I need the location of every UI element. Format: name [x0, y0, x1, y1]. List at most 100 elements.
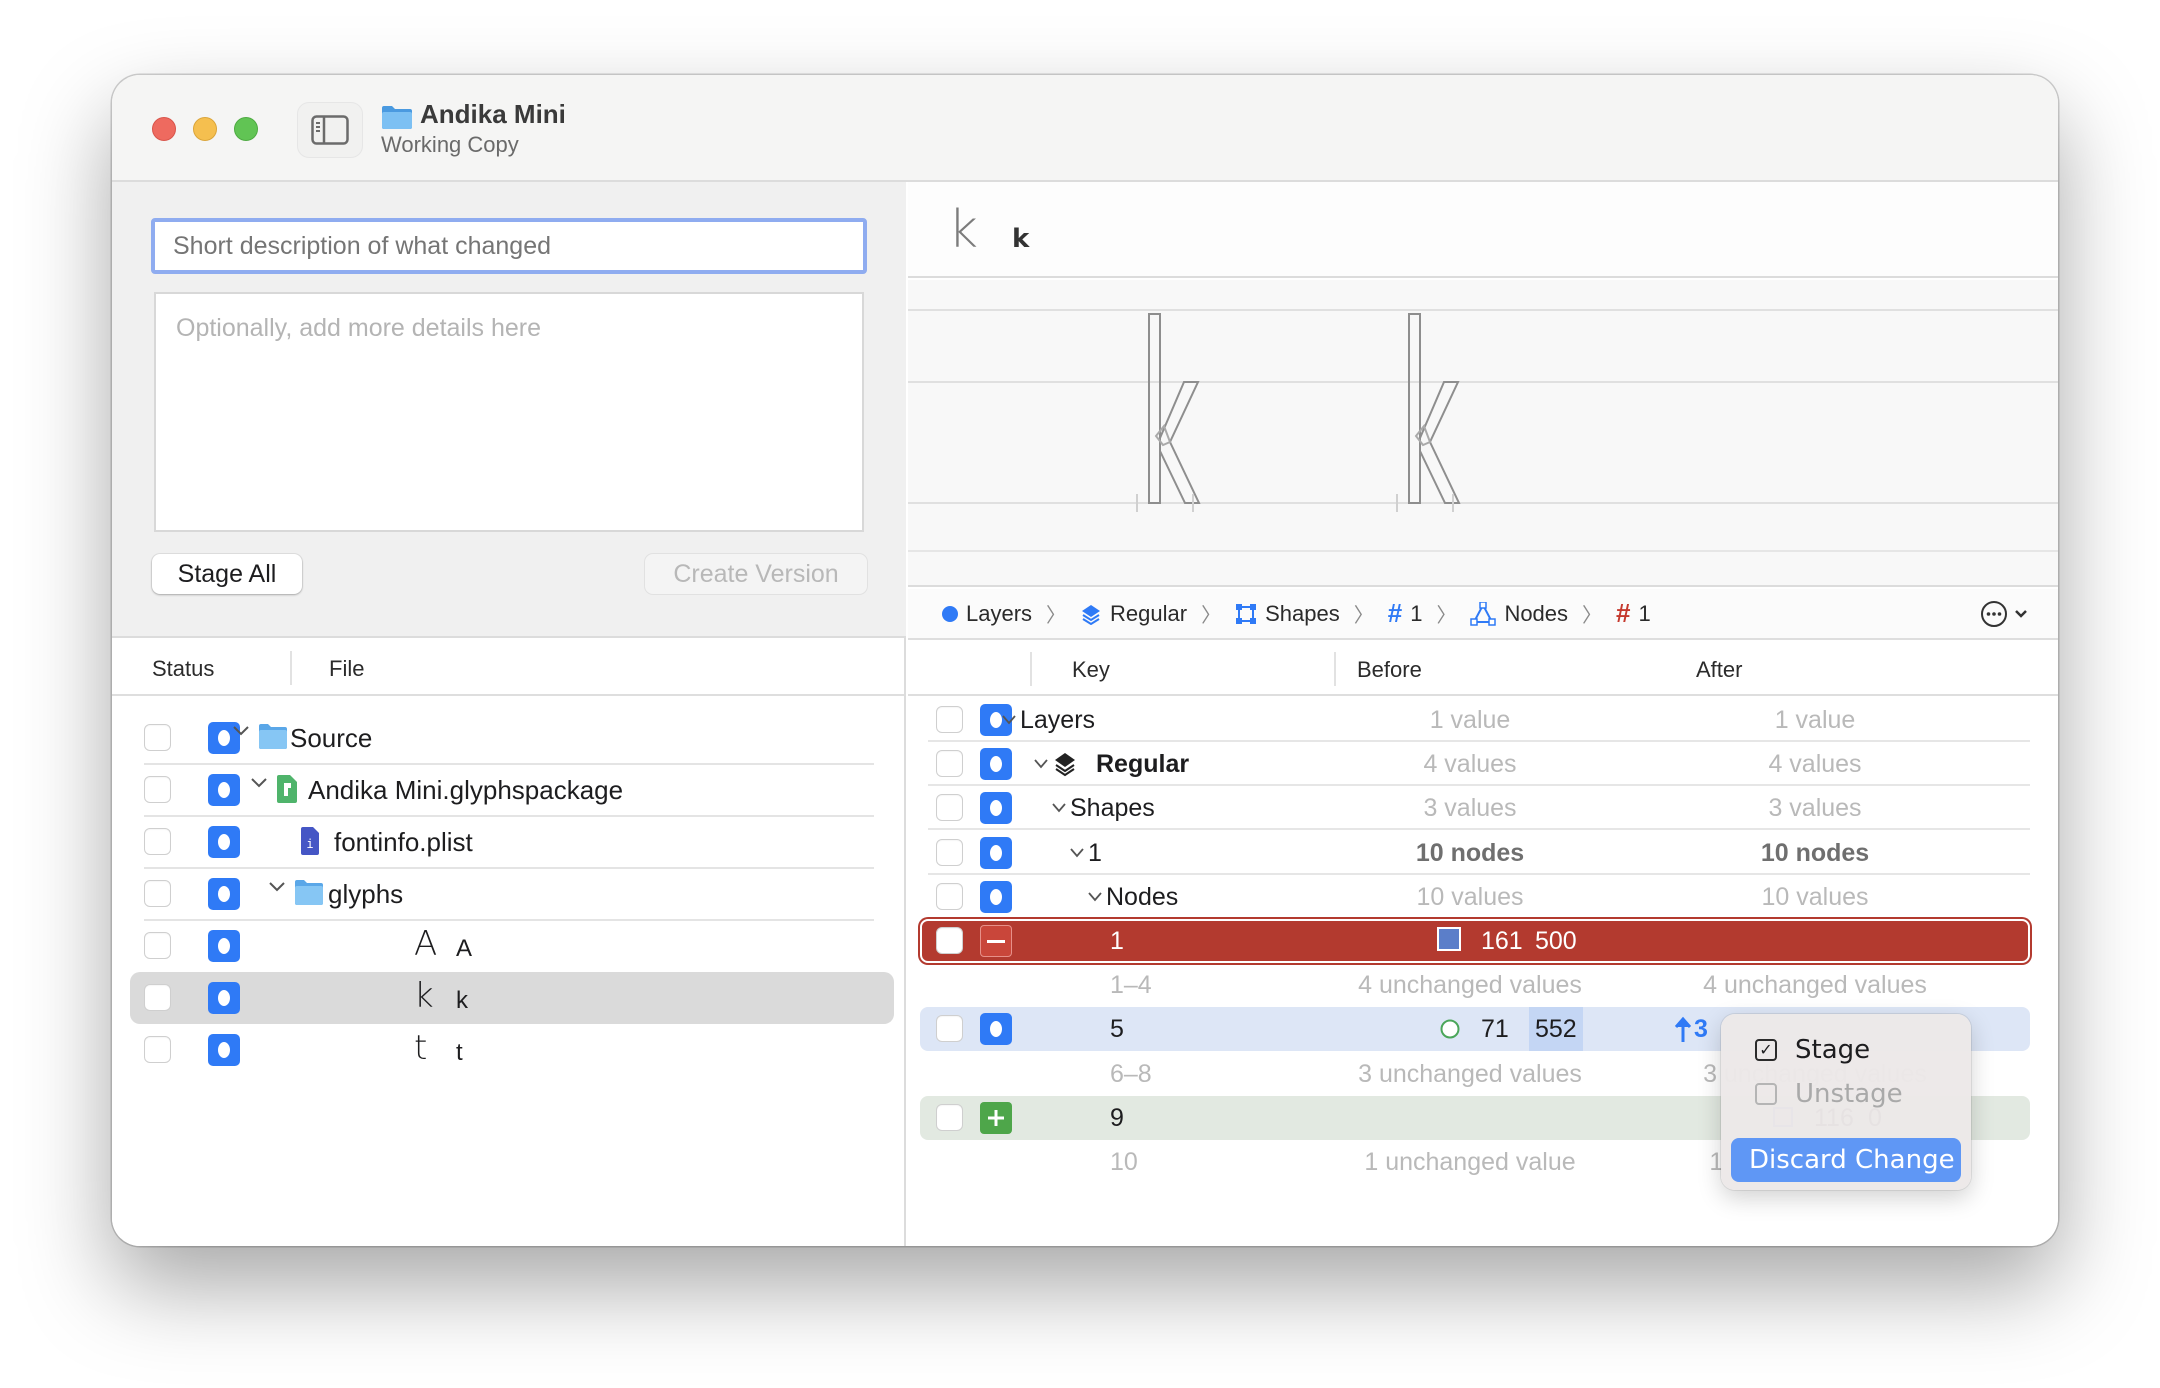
file-row[interactable]: i fontinfo.plist — [130, 816, 894, 868]
modified-status-icon — [980, 837, 1012, 869]
breadcrumb-regular[interactable]: Regular — [1080, 601, 1187, 627]
file-row[interactable]: Source — [130, 712, 894, 764]
diff-row[interactable]: Nodes 10 values 10 values — [920, 875, 2030, 919]
after-cell: 10 nodes — [1760, 838, 1870, 867]
stage-checkbox[interactable] — [144, 776, 171, 803]
close-window-button[interactable] — [152, 117, 176, 141]
file-row[interactable]: Andika Mini.glyphspackage — [130, 764, 894, 816]
layers-dot-icon — [942, 605, 958, 622]
details-textarea[interactable]: Optionally, add more details here — [154, 292, 864, 532]
stage-checkbox[interactable] — [144, 880, 171, 907]
disclosure-chevron-icon[interactable] — [1070, 845, 1084, 863]
stage-checkbox[interactable] — [144, 984, 171, 1011]
before-column-header[interactable]: Before — [1357, 657, 1422, 683]
smooth-node-icon — [1439, 1018, 1461, 1045]
diff-row[interactable]: 1 161 500 — [920, 919, 2030, 963]
key-cell: Layers — [1020, 705, 1096, 734]
shapes-icon — [1236, 603, 1257, 624]
commit-area: Optionally, add more details here Stage … — [112, 182, 906, 638]
summary-input[interactable] — [151, 218, 867, 274]
more-options-button[interactable] — [1980, 600, 2028, 628]
breadcrumb-layers[interactable]: Layers — [942, 601, 1032, 627]
create-version-button[interactable]: Create Version — [645, 554, 867, 594]
diff-row[interactable]: Shapes 3 values 3 values — [920, 786, 2030, 830]
column-separator[interactable] — [1030, 652, 1032, 686]
file-row[interactable]: AA — [130, 920, 894, 972]
zoom-window-button[interactable] — [234, 117, 258, 141]
row-divider — [928, 828, 2030, 830]
modified-status-icon — [980, 792, 1012, 824]
diff-row[interactable]: Regular 4 values 4 values — [920, 742, 2030, 786]
before-x-value: 161 — [1481, 926, 1523, 955]
context-menu: ✓ Stage Unstage Discard Change — [1721, 1014, 1971, 1190]
key-cell: 1–4 — [1110, 970, 1152, 999]
chevron-down-icon — [2015, 610, 2027, 618]
key-column-header[interactable]: Key — [1072, 657, 1110, 683]
stage-checkbox[interactable] — [936, 1015, 963, 1042]
breadcrumb: Layers 〉 Regular 〉 Shapes 〉 # 1 〉 Nodes … — [908, 589, 2058, 640]
ellipsis-circle-icon — [1981, 601, 2007, 627]
breadcrumb-node-index[interactable]: # 1 — [1616, 598, 1651, 629]
stage-checkbox[interactable] — [144, 932, 171, 959]
disclosure-chevron-icon[interactable] — [232, 724, 250, 742]
stage-checkbox[interactable] — [936, 750, 963, 777]
disclosure-chevron-icon[interactable] — [268, 880, 286, 898]
stage-checkbox[interactable] — [144, 724, 171, 751]
file-row[interactable]: kk — [130, 972, 894, 1024]
breadcrumb-shapes[interactable]: Shapes — [1235, 601, 1340, 627]
menu-item-discard-change[interactable]: Discard Change — [1731, 1138, 1961, 1182]
diff-row[interactable]: 1–4 4 unchanged values 4 unchanged values — [920, 963, 2030, 1007]
after-column-header[interactable]: After — [1696, 657, 1742, 683]
menu-item-unstage[interactable]: Unstage — [1731, 1072, 1961, 1115]
sidebar-toggle-button[interactable] — [297, 102, 363, 158]
stage-checkbox[interactable] — [936, 706, 963, 733]
disclosure-chevron-icon[interactable] — [250, 776, 268, 794]
file-row[interactable]: tt — [130, 1024, 894, 1076]
folder-icon — [382, 106, 412, 129]
key-cell: 9 — [1110, 1103, 1124, 1132]
file-name: Source — [290, 723, 373, 753]
hash-red-icon: # — [1616, 598, 1631, 628]
glyph-thumbnail: t — [414, 1028, 428, 1068]
after-cell: 3 values — [1768, 793, 1862, 822]
stage-checkbox[interactable] — [936, 927, 963, 954]
glyph-before-outline — [1136, 313, 1201, 512]
file-name: Andika Mini.glyphspackage — [308, 775, 624, 805]
stage-checkbox[interactable] — [936, 794, 963, 821]
after-cell: 4 unchanged values — [1703, 970, 1927, 999]
removed-status-icon — [980, 925, 1012, 957]
chevron-right-icon: 〉 — [1201, 605, 1222, 627]
menu-item-stage[interactable]: ✓ Stage — [1731, 1028, 1961, 1071]
disclosure-chevron-icon[interactable] — [1034, 756, 1048, 774]
disclosure-chevron-icon[interactable] — [1052, 800, 1066, 818]
column-separator[interactable] — [1334, 652, 1336, 686]
diff-row[interactable]: 1 10 nodes 10 nodes — [920, 831, 2030, 875]
disclosure-chevron-icon[interactable] — [1088, 889, 1102, 907]
stage-checkbox[interactable] — [144, 1036, 171, 1063]
file-row[interactable]: glyphs — [130, 868, 894, 920]
breadcrumb-label: 1 — [1410, 600, 1423, 626]
modified-status-icon — [980, 748, 1012, 780]
glyph-after-outline — [1396, 313, 1461, 512]
before-cell: 10 nodes — [1415, 838, 1525, 867]
file-list: Source Andika Mini.glyphspackage i fontinfo… — [112, 698, 904, 1246]
diff-row[interactable]: Layers 1 value 1 value — [920, 698, 2030, 742]
column-separator[interactable] — [290, 651, 292, 685]
stage-checkbox[interactable] — [936, 883, 963, 910]
status-column-header[interactable]: Status — [152, 656, 214, 682]
stage-all-button[interactable]: Stage All — [152, 554, 302, 594]
key-cell: Regular — [1096, 749, 1190, 778]
stage-checkbox[interactable] — [936, 1104, 963, 1131]
menu-item-label: Stage — [1795, 1034, 1871, 1065]
glyph-outline-canvas — [908, 309, 2058, 552]
breadcrumb-shape-index[interactable]: # 1 — [1388, 598, 1423, 629]
details-placeholder: Optionally, add more details here — [176, 314, 542, 342]
disclosure-chevron-icon[interactable] — [1002, 712, 1016, 730]
modified-status-icon — [208, 982, 240, 1014]
breadcrumb-nodes[interactable]: Nodes — [1470, 601, 1568, 627]
stage-checkbox[interactable] — [936, 839, 963, 866]
file-column-header[interactable]: File — [329, 656, 364, 682]
window-title: Andika Mini — [420, 99, 566, 129]
minimize-window-button[interactable] — [193, 117, 217, 141]
stage-checkbox[interactable] — [144, 828, 171, 855]
